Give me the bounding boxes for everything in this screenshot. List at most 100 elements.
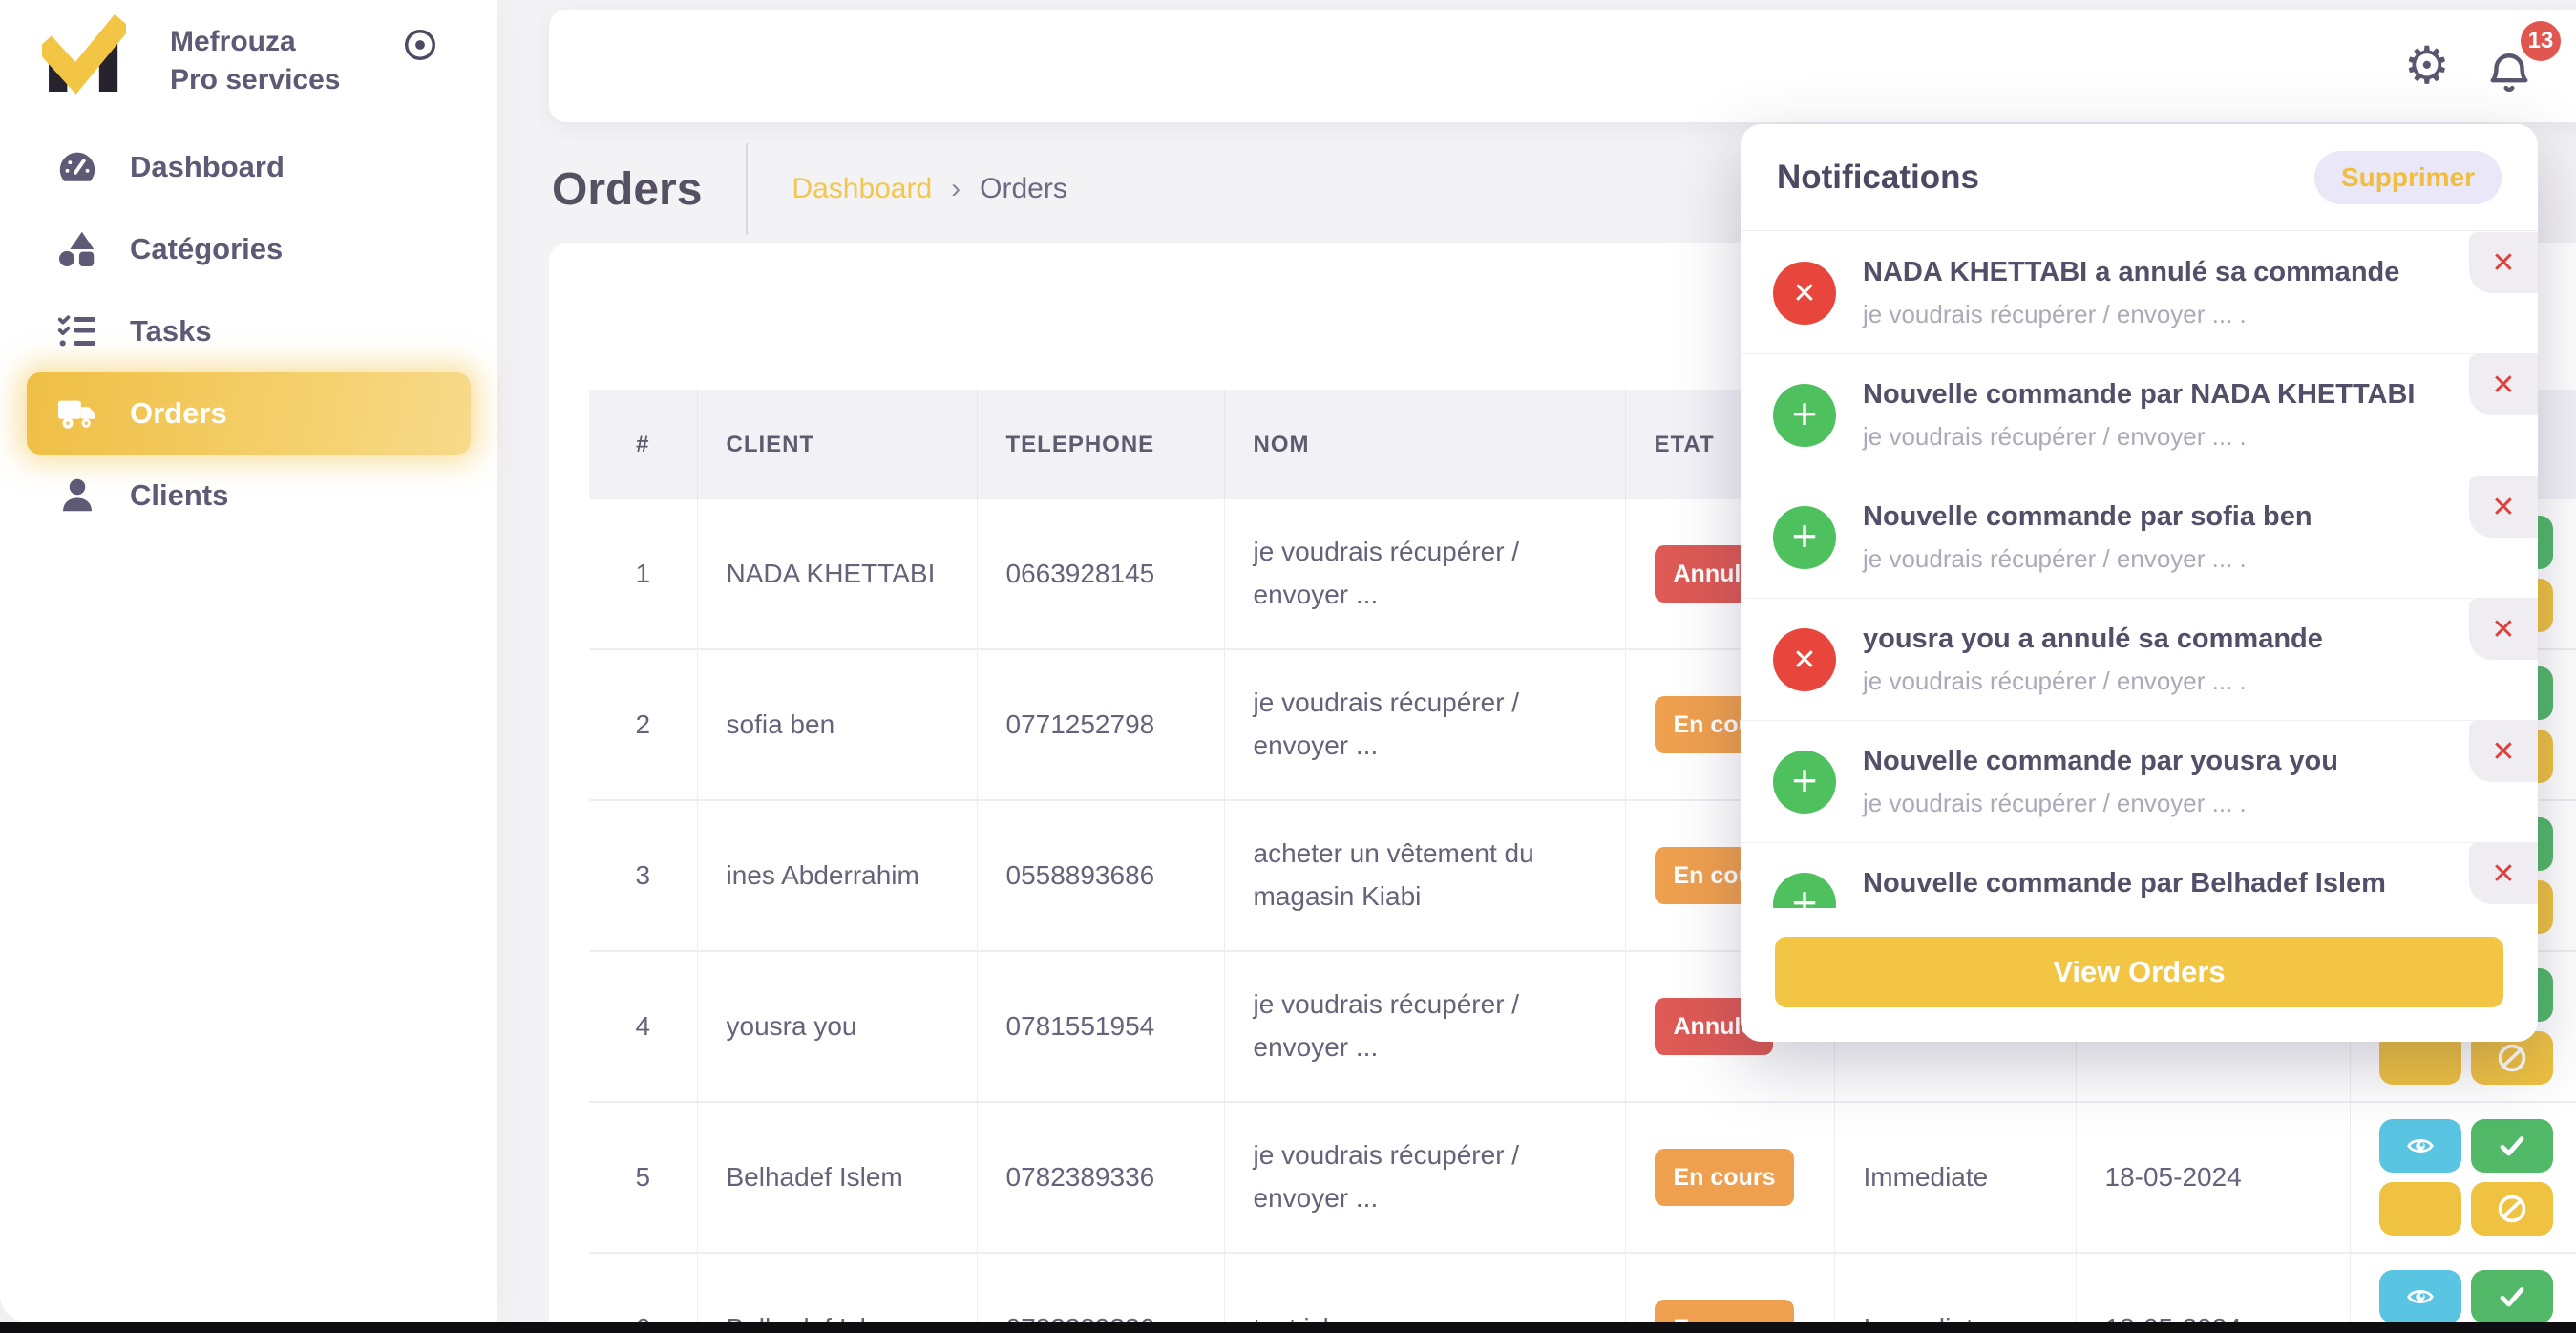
view-order-button[interactable] [2379,1270,2461,1323]
breadcrumb-dashboard-link[interactable]: Dashboard [792,173,932,205]
cell-num: 5 [589,1102,697,1253]
table-row: 5 Belhadef Islem 0782389336 je voudrais … [589,1102,2576,1253]
notification-item: + Nouvelle commande par NADA KHETTABI je… [1741,354,2538,476]
notification-item: ✕ NADA KHETTABI a annulé sa commande je … [1741,232,2538,354]
truck-icon [55,391,99,435]
sidebar: Mefrouza Pro services Dashboard [0,0,497,1322]
cell-num: 2 [589,649,697,800]
cell-actions [2350,1102,2576,1253]
brand: Mefrouza Pro services [0,0,497,115]
sidebar-item-categories[interactable]: Catégories [27,208,471,290]
sidebar-menu: Dashboard Catégories [0,126,497,537]
gauge-icon [55,145,99,189]
notification-title: Nouvelle commande par Belhadef Islem [1863,868,2442,899]
view-orders-button[interactable]: View Orders [1775,937,2503,1007]
notification-status-icon: + [1773,384,1836,447]
col-header-telephone: TELEPHONE [977,390,1224,499]
block-order-button[interactable] [2471,1182,2553,1236]
block-icon [2495,1192,2529,1226]
block-icon [2495,1041,2529,1075]
app-window: # CLIENT TELEPHONE NOM ETAT 1 NADA KHETT… [0,0,2576,1333]
cancel-order-button[interactable] [2379,1182,2461,1236]
notification-subtitle: je voudrais récupérer / envoyer ... . [1863,544,2442,574]
notification-subtitle: je voudrais récupérer / envoyer ... . [1863,789,2442,818]
sidebar-item-tasks[interactable]: Tasks [27,290,471,372]
cell-telephone: 0558893686 [977,800,1224,951]
cell-nom: je voudrais récupérer / envoyer ... [1224,649,1625,800]
notifications-title: Notifications [1777,159,1979,197]
cell-date: 18-05-2024 [2076,1102,2350,1253]
sidebar-item-label: Catégories [130,232,283,266]
brand-name: Mefrouza Pro services [170,23,340,99]
user-icon [55,474,99,518]
brand-logo-icon [42,13,126,99]
notification-title: Nouvelle commande par sofia ben [1863,501,2442,533]
status-badge: En cours [1655,1149,1795,1206]
sidebar-item-orders[interactable]: Orders [27,372,471,455]
col-header-nom: NOM [1224,390,1625,499]
sidebar-item-clients[interactable]: Clients [27,455,471,537]
cell-nom: je voudrais récupérer / envoyer ... [1224,499,1625,649]
shapes-icon [55,227,99,271]
notification-close-button[interactable]: ✕ [2469,232,2538,293]
eye-icon [2403,1283,2438,1310]
notification-count-badge: 13 [2521,21,2561,61]
topbar: ⚙ 13 [549,10,2576,122]
sidebar-toggle-icon[interactable] [402,27,438,63]
cell-telephone: 0782389336 [977,1102,1224,1253]
page-heading: Orders Dashboard › Orders [552,143,1067,235]
cell-client: ines Abderrahim [697,800,977,951]
notification-close-button[interactable]: ✕ [2469,721,2538,782]
cell-telephone: 0663928145 [977,499,1224,649]
cell-client: yousra you [697,951,977,1102]
cell-nom: je voudrais récupérer / envoyer ... [1224,1102,1625,1253]
notification-subtitle: je voudrais récupérer / envoyer ... . [1863,300,2442,329]
notification-subtitle: je voudrais récupérer / envoyer ... . [1863,422,2442,452]
cell-client: Belhadef Islem [697,1102,977,1253]
validate-order-button[interactable] [2471,1119,2553,1173]
notification-status-icon: + [1773,506,1836,569]
breadcrumb-separator: › [951,173,961,205]
notification-item: + Nouvelle commande par yousra you je vo… [1741,721,2538,843]
notifications-header: Notifications Supprimer [1741,124,2538,231]
settings-gear-icon[interactable]: ⚙ [2404,34,2450,97]
checklist-icon [55,309,99,353]
sidebar-item-label: Orders [130,396,227,431]
view-order-button[interactable] [2379,1119,2461,1173]
sidebar-item-dashboard[interactable]: Dashboard [27,126,471,208]
cell-client: sofia ben [697,649,977,800]
check-icon [2497,1131,2527,1161]
screen-bottom-edge [0,1322,2576,1333]
check-icon [2497,1281,2527,1312]
col-header-client: CLIENT [697,390,977,499]
sidebar-item-label: Tasks [130,314,212,349]
notification-title: yousra you a annulé sa commande [1863,624,2442,655]
notification-close-button[interactable]: ✕ [2469,599,2538,660]
breadcrumb-current: Orders [980,173,1067,205]
col-header-num: # [589,390,697,499]
notification-title: Nouvelle commande par yousra you [1863,746,2442,777]
notification-close-button[interactable]: ✕ [2469,476,2538,538]
cell-num: 1 [589,499,697,649]
row-action-buttons [2379,1119,2557,1236]
notifications-footer: View Orders [1741,908,2538,1042]
cell-etat: En cours [1625,1102,1834,1253]
notification-title: Nouvelle commande par NADA KHETTABI [1863,379,2442,411]
notification-status-icon: ✕ [1773,262,1836,325]
notifications-panel: Notifications Supprimer ✕ NADA KHETTABI … [1741,124,2538,1042]
clear-notifications-button[interactable]: Supprimer [2314,151,2502,204]
sidebar-item-label: Clients [130,478,228,513]
sidebar-item-label: Dashboard [130,150,285,184]
cell-nom: je voudrais récupérer / envoyer ... [1224,951,1625,1102]
cell-num: 4 [589,951,697,1102]
notification-status-icon: + [1773,751,1836,814]
notification-close-button[interactable]: ✕ [2469,354,2538,415]
notification-title: NADA KHETTABI a annulé sa commande [1863,257,2442,288]
validate-order-button[interactable] [2471,1270,2553,1323]
notification-close-button[interactable]: ✕ [2469,843,2538,904]
heading-divider [746,143,748,235]
notification-item: + Nouvelle commande par sofia ben je vou… [1741,476,2538,599]
cell-telephone: 0771252798 [977,649,1224,800]
page-title: Orders [552,163,702,216]
cell-client: NADA KHETTABI [697,499,977,649]
